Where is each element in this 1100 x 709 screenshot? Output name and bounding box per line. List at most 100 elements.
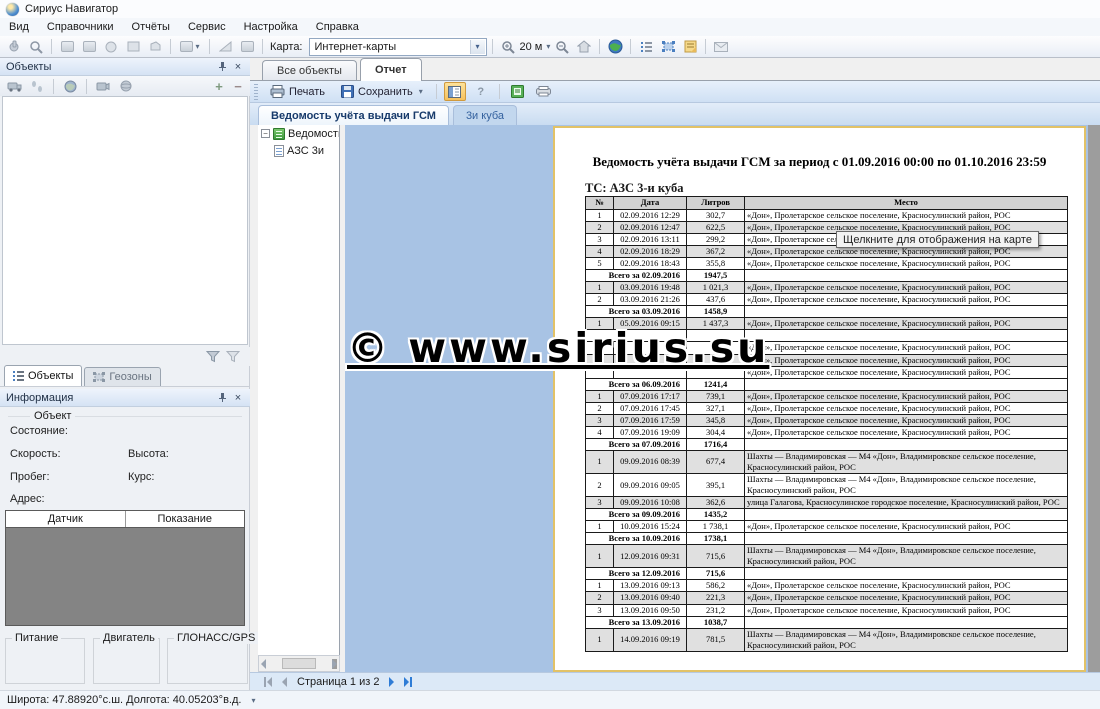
address-label: Адрес: [10,493,45,505]
table-row[interactable]: 114.09.2016 09:19781,5Шахты — Владимиров… [586,628,1068,651]
internet-map-globe-icon[interactable] [605,38,625,56]
add-object-icon[interactable]: + [211,79,227,93]
scroll-right-icon[interactable] [332,659,337,669]
table-row[interactable]: Всего за 06.09.20161241,4 [586,378,1068,390]
rectangle-tool-icon[interactable] [123,38,143,56]
map-source-select[interactable]: Интернет-карты ▾ [309,38,487,56]
table-row[interactable]: Всего за 10.09.20161738,1 [586,533,1068,545]
table-row[interactable]: Всего за 02.09.20161947,5 [586,270,1068,282]
scale-value[interactable]: 20 м [520,41,543,53]
cell-date: 07.09.2016 17:45 [614,402,687,414]
objects-list[interactable] [2,96,248,345]
table-row[interactable]: 113.09.2016 09:13586,2«Дон», Пролетарско… [586,580,1068,592]
expander-icon[interactable]: − [261,129,270,138]
zoom-select-icon[interactable] [26,38,46,56]
sensor-col-header[interactable]: Датчик [6,511,126,527]
geozone-icon[interactable] [658,38,678,56]
menu-service[interactable]: Сервис [179,19,235,35]
save-button[interactable]: Сохранить ▾ [335,82,429,101]
pan-hand-icon[interactable] [4,38,24,56]
menu-reports[interactable]: Отчёты [123,19,179,35]
table-row[interactable]: 307.09.2016 17:59345,8«Дон», Пролетарско… [586,414,1068,426]
mail-icon[interactable] [711,38,731,56]
cell-date: 03.09.2016 21:26 [614,294,687,306]
pin-icon[interactable] [214,391,230,405]
table-row[interactable]: 207.09.2016 17:45327,1«Дон», Пролетарско… [586,402,1068,414]
footprints-icon[interactable] [27,77,47,95]
table-row[interactable]: 102.09.2016 12:29302,7«Дон», Пролетарско… [586,210,1068,222]
polygon-tool-icon[interactable] [145,38,165,56]
table-row[interactable]: 103.09.2016 19:481 021,3«Дон», Пролетарс… [586,282,1068,294]
table-row[interactable]: Всего за 12.09.2016715,6 [586,568,1068,580]
next-page-button[interactable] [389,677,394,687]
table-row[interactable]: 107.09.2016 17:17739,1«Дон», Пролетарско… [586,390,1068,402]
remove-object-icon[interactable]: − [230,79,246,93]
value-col-header[interactable]: Показание [126,511,245,527]
close-icon[interactable]: × [230,60,246,74]
last-page-button[interactable] [404,677,412,687]
table-row[interactable]: 407.09.2016 19:09304,4«Дон», Пролетарско… [586,426,1068,438]
cell-date: 02.09.2016 18:29 [614,246,687,258]
total-cell: 1738,1 [687,533,745,545]
filter-icon[interactable] [206,350,220,363]
table-row[interactable]: 110.09.2016 15:241 738,1«Дон», Пролетарс… [586,521,1068,533]
table-row[interactable]: Всего за 07.09.20161716,4 [586,438,1068,450]
tab-report[interactable]: Отчет [360,58,422,81]
tree-node-child[interactable]: АЗС 3и [258,142,339,159]
zoom-out-icon[interactable] [552,38,572,56]
table-row[interactable]: 203.09.2016 21:26437,6«Дон», Пролетарско… [586,294,1068,306]
menu-help[interactable]: Справка [307,19,368,35]
tree-node-root[interactable]: − Ведомость [258,125,339,142]
send-report-button[interactable] [533,82,555,101]
table-row[interactable]: 313.09.2016 09:50231,2«Дон», Пролетарско… [586,604,1068,616]
object-list-icon[interactable] [636,38,656,56]
table-row[interactable]: 502.09.2016 18:43355,8«Дон», Пролетарско… [586,258,1068,270]
help-button[interactable]: ? [470,82,492,101]
track-icon[interactable] [237,38,257,56]
camera-icon[interactable] [93,77,113,95]
scroll-thumb[interactable] [282,658,316,669]
table-row[interactable]: Всего за 03.09.20161458,9 [586,306,1068,318]
menu-view[interactable]: Вид [0,19,38,35]
combo-dropdown-icon[interactable]: ▾ [470,40,485,54]
table-row[interactable]: Всего за 13.09.20161038,7 [586,616,1068,628]
filter-clear-icon[interactable] [226,350,240,363]
toggle-report-tree-button[interactable] [444,82,466,101]
tab-report-gsm[interactable]: Ведомость учёта выдачи ГСМ [258,105,449,125]
vehicle-icon[interactable] [4,77,24,95]
scroll-left-icon[interactable] [261,659,266,669]
print-button[interactable]: Печать [264,82,331,101]
tab-objects[interactable]: Объекты [4,365,82,386]
tree-horizontal-scrollbar[interactable] [258,655,340,672]
tab-all-objects[interactable]: Все объекты [262,60,357,80]
menu-settings[interactable]: Настройка [235,19,307,35]
layers-icon[interactable]: ▾ [176,38,204,56]
cell-n: 2 [586,473,614,496]
region-edit-icon[interactable] [79,38,99,56]
table-row[interactable]: 109.09.2016 08:39677,4Шахты — Владимиров… [586,450,1068,473]
sphere-icon[interactable] [116,77,136,95]
home-icon[interactable] [574,38,594,56]
table-row[interactable]: Всего за 09.09.20161435,2 [586,509,1068,521]
table-row[interactable]: 213.09.2016 09:40221,3«Дон», Пролетарско… [586,592,1068,604]
tab-geozones[interactable]: Геозоны [84,367,160,386]
zoom-in-icon[interactable] [498,38,518,56]
first-page-button[interactable] [264,677,272,687]
tab-report-cube[interactable]: 3и куба [453,105,517,125]
export-button[interactable] [507,82,529,101]
table-row[interactable]: 309.09.2016 10:08362,6улица Галагова, Кр… [586,497,1068,509]
show-on-map-globe-icon[interactable] [60,77,80,95]
prev-page-button[interactable] [282,677,287,687]
table-row[interactable]: 209.09.2016 09:05395,1Шахты — Владимиров… [586,473,1068,496]
region-select-icon[interactable] [57,38,77,56]
status-dropdown-icon[interactable]: ▾ [251,696,255,705]
notes-icon[interactable] [680,38,700,56]
table-row[interactable]: 112.09.2016 09:31715,6Шахты — Владимиров… [586,545,1068,568]
menu-directories[interactable]: Справочники [38,19,123,35]
ruler-icon[interactable] [215,38,235,56]
circle-tool-icon[interactable] [101,38,121,56]
save-dropdown-icon[interactable]: ▾ [419,87,423,96]
pin-icon[interactable] [214,60,230,74]
close-icon[interactable]: × [230,391,246,405]
scale-dropdown-icon[interactable]: ▾ [546,42,550,51]
